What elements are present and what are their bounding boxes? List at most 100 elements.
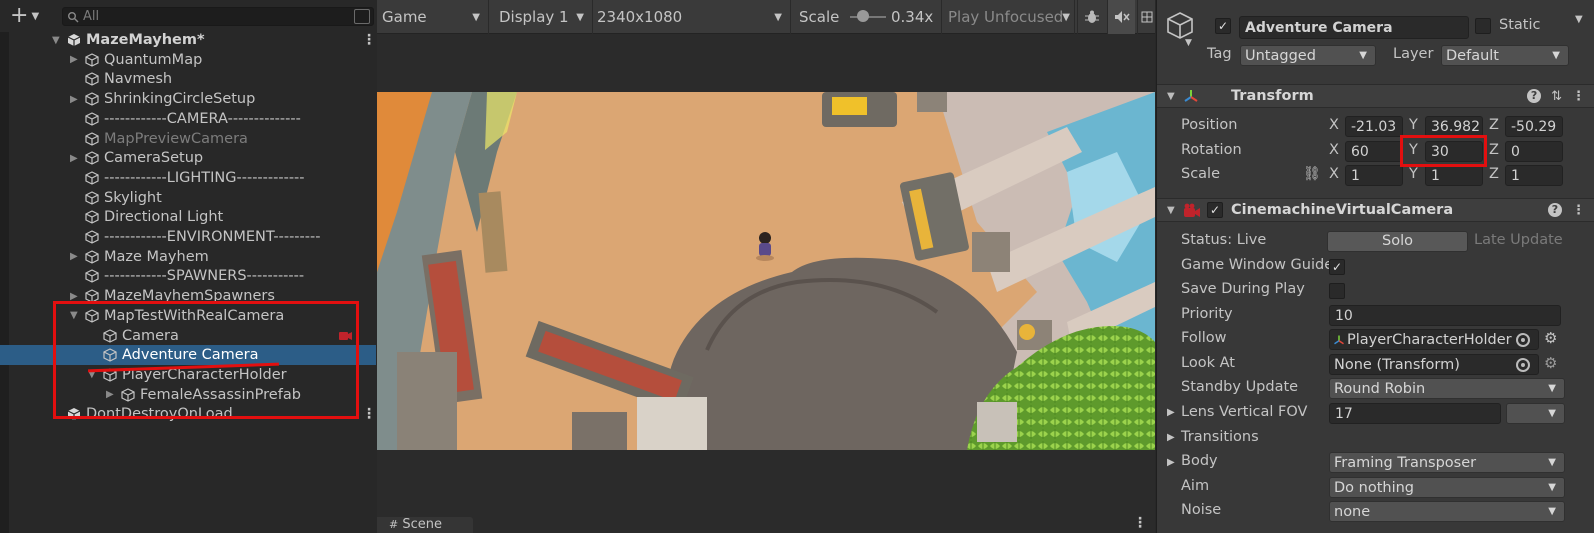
stats-icon[interactable] <box>1137 0 1155 34</box>
hierarchy-item-label: Directional Light <box>104 209 224 226</box>
noise-dropdown[interactable]: none ▼ <box>1329 501 1565 522</box>
position-axis-label[interactable]: Y <box>1409 117 1418 133</box>
position-z-field[interactable]: -50.29 <box>1505 116 1563 137</box>
display-dropdown[interactable]: Display 1 ▼ <box>489 0 593 34</box>
layer-dropdown[interactable]: Default ▼ <box>1441 45 1569 66</box>
help-icon[interactable]: ? <box>1527 89 1542 103</box>
follow-object-field[interactable]: PlayerCharacterHolder <box>1329 329 1539 350</box>
gameobject-cube-icon <box>85 190 99 205</box>
kebab-menu-icon[interactable]: ⋮ <box>362 32 376 48</box>
body-value: Framing Transposer <box>1334 454 1477 471</box>
hierarchy-item[interactable]: Navmesh <box>0 69 376 89</box>
look-at-object-field[interactable]: None (Transform) <box>1329 354 1539 375</box>
scale-axis-label[interactable]: Z <box>1489 166 1499 182</box>
solo-button[interactable]: Solo <box>1327 231 1468 252</box>
aim-dropdown[interactable]: Do nothing ▼ <box>1329 477 1565 498</box>
standby-update-dropdown[interactable]: Round Robin ▼ <box>1329 378 1565 399</box>
body-label[interactable]: Body <box>1181 453 1218 469</box>
lens-fov-field[interactable]: 17 <box>1329 403 1501 424</box>
gameobject-icon[interactable] <box>1165 10 1195 40</box>
transform-component-header[interactable]: ▼ Transform ? ⇅ ⋮ <box>1157 84 1594 108</box>
resolution-dropdown[interactable]: 2340x1080 ▼ <box>593 0 791 34</box>
priority-field[interactable]: 10 <box>1329 305 1561 326</box>
game-window-guides-checkbox[interactable]: ✓ <box>1329 259 1345 275</box>
scene-tab[interactable]: # Scene <box>377 517 473 533</box>
object-picker-icon[interactable] <box>1516 358 1530 372</box>
scale-axis-label[interactable]: Y <box>1409 166 1418 182</box>
transform-axes-icon <box>1183 88 1199 104</box>
vcam-component-header[interactable]: ▼ ✓ CinemachineVirtualCamera ? ⋮ <box>1157 198 1594 222</box>
scale-slider-handle[interactable] <box>857 10 870 22</box>
gear-icon[interactable]: ⚙ <box>1544 329 1557 347</box>
scale-axis-label[interactable]: X <box>1329 166 1339 182</box>
chevron-right-icon[interactable]: ▶ <box>1167 432 1175 443</box>
search-filter-icon[interactable] <box>354 9 370 24</box>
rotation-axis-label[interactable]: Z <box>1489 142 1499 158</box>
rotation-x-field[interactable]: 60 <box>1345 141 1403 162</box>
static-checkbox[interactable] <box>1475 18 1491 34</box>
chevron-right-icon[interactable]: ▶ <box>70 291 78 302</box>
hierarchy-item[interactable]: Skylight <box>0 188 376 208</box>
object-picker-icon[interactable] <box>1516 333 1530 347</box>
chevron-right-icon[interactable]: ▶ <box>1167 407 1175 418</box>
play-mode-dropdown[interactable]: Play Unfocused ▼ <box>941 0 1075 34</box>
chevron-right-icon[interactable]: ▶ <box>70 94 78 105</box>
rotation-axis-label[interactable]: X <box>1329 142 1339 158</box>
tag-label: Tag <box>1207 46 1232 62</box>
hierarchy-item[interactable]: Directional Light <box>0 207 376 227</box>
gizmos-bug-icon[interactable] <box>1077 0 1105 34</box>
vcam-enabled-checkbox[interactable]: ✓ <box>1207 202 1223 218</box>
add-object-button[interactable]: + ▼ <box>10 5 56 27</box>
chevron-right-icon[interactable]: ▶ <box>70 153 78 164</box>
scale-x-field[interactable]: 1 <box>1345 165 1403 186</box>
hierarchy-search-input[interactable]: All <box>62 7 374 26</box>
help-icon[interactable]: ? <box>1548 203 1562 217</box>
scale-z-field[interactable]: 1 <box>1505 165 1563 186</box>
chevron-right-icon[interactable]: ▶ <box>70 251 78 262</box>
hierarchy-item[interactable]: ▶ Maze Mayhem <box>0 247 376 267</box>
position-x-field[interactable]: -21.03 <box>1345 116 1403 137</box>
lens-preset-dropdown[interactable]: ▼ <box>1506 403 1565 424</box>
hash-icon: # <box>389 518 399 531</box>
hierarchy-item[interactable]: ------------CAMERA-------------- <box>0 109 376 129</box>
active-checkbox[interactable]: ✓ <box>1215 18 1231 34</box>
chevron-right-icon[interactable]: ▶ <box>1167 457 1175 468</box>
scale-label: Scale <box>799 8 840 26</box>
chevron-down-icon[interactable]: ▼ <box>1575 14 1583 25</box>
hierarchy-item[interactable]: ▶ ShrinkingCircleSetup <box>0 89 376 109</box>
hierarchy-item[interactable]: ▼ MazeMayhem* ⋮ <box>0 30 376 50</box>
chevron-right-icon[interactable]: ▶ <box>70 54 78 65</box>
kebab-menu-icon[interactable]: ⋮ <box>1572 89 1585 104</box>
search-icon <box>67 11 79 23</box>
position-axis-label[interactable]: Z <box>1489 117 1499 133</box>
look-at-label: Look At <box>1181 355 1235 371</box>
hierarchy-item[interactable]: ------------ENVIRONMENT--------- <box>0 227 376 247</box>
rotation-z-field[interactable]: 0 <box>1505 141 1563 162</box>
kebab-menu-icon[interactable]: ⋮ <box>1572 203 1585 218</box>
position-y-field[interactable]: 36.982 <box>1425 116 1483 137</box>
scene-tab-menu-icon[interactable]: ⋮ <box>1133 515 1147 531</box>
transitions-label[interactable]: Transitions <box>1181 429 1259 445</box>
position-axis-label[interactable]: X <box>1329 117 1339 133</box>
kebab-menu-icon[interactable]: ⋮ <box>362 406 376 422</box>
save-during-play-checkbox[interactable] <box>1329 283 1345 299</box>
hierarchy-item[interactable]: ------------LIGHTING------------- <box>0 168 376 188</box>
hierarchy-item[interactable]: ▶ QuantumMap <box>0 50 376 70</box>
gear-icon[interactable]: ⚙ <box>1544 354 1557 372</box>
hierarchy-item-label: MazeMayhem* <box>86 32 205 48</box>
hierarchy-item-label: MapPreviewCamera <box>104 130 248 147</box>
tag-dropdown[interactable]: Untagged ▼ <box>1240 45 1376 66</box>
body-dropdown[interactable]: Framing Transposer ▼ <box>1329 452 1565 473</box>
object-name-field[interactable]: Adventure Camera <box>1239 16 1469 39</box>
hierarchy-item[interactable]: ▶ CameraSetup <box>0 148 376 168</box>
game-tab-dropdown[interactable]: Game ▼ <box>377 0 489 34</box>
mute-audio-icon[interactable] <box>1107 0 1135 34</box>
link-broken-icon[interactable]: ⛓ <box>1303 166 1321 182</box>
chevron-down-icon[interactable]: ▼ <box>52 35 60 46</box>
hierarchy-item[interactable]: MapPreviewCamera <box>0 129 376 149</box>
chevron-down-icon[interactable]: ▼ <box>1185 38 1192 48</box>
hierarchy-item[interactable]: ------------SPAWNERS----------- <box>0 266 376 286</box>
scale-y-field[interactable]: 1 <box>1425 165 1483 186</box>
game-render-viewport[interactable] <box>377 92 1155 450</box>
preset-icon[interactable]: ⇅ <box>1551 89 1562 104</box>
